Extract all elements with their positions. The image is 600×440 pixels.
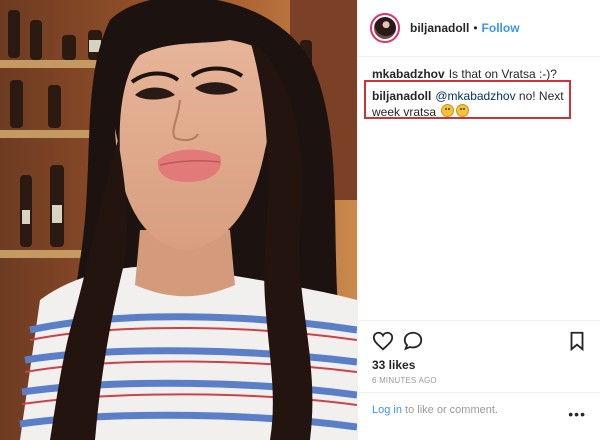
avatar-image [374, 17, 396, 39]
highlight-box [364, 80, 571, 119]
more-options-icon[interactable]: ••• [568, 406, 586, 422]
footer-divider [358, 392, 600, 393]
post-sidebar: biljanadoll • Follow mkabadzhov Is that o… [357, 0, 600, 440]
login-text: to like or comment. [401, 404, 498, 416]
login-link[interactable]: Log in [372, 404, 402, 416]
avatar[interactable] [370, 13, 400, 43]
likes-count[interactable]: 33 likes [372, 358, 415, 372]
post-header: biljanadoll • Follow [370, 10, 590, 46]
comment-text: Is that on Vratsa :-)? [448, 67, 557, 81]
post-photo[interactable] [0, 0, 357, 440]
post-timestamp[interactable]: 6 MINUTES AGO [372, 376, 437, 385]
instagram-post: biljanadoll • Follow mkabadzhov Is that o… [0, 0, 600, 440]
header-divider [358, 56, 600, 57]
bookmark-icon[interactable] [566, 330, 588, 352]
selfie-image [0, 0, 357, 440]
login-prompt: Log in to like or comment. [372, 404, 498, 416]
comment-username[interactable]: mkabadzhov [372, 67, 445, 81]
action-bar [372, 330, 588, 354]
follow-button[interactable]: Follow [482, 21, 520, 35]
actions-divider [358, 320, 600, 321]
comment-icon[interactable] [402, 330, 424, 352]
separator-dot: • [473, 21, 478, 35]
heart-icon[interactable] [372, 330, 394, 352]
author-username[interactable]: biljanadoll [410, 21, 469, 35]
